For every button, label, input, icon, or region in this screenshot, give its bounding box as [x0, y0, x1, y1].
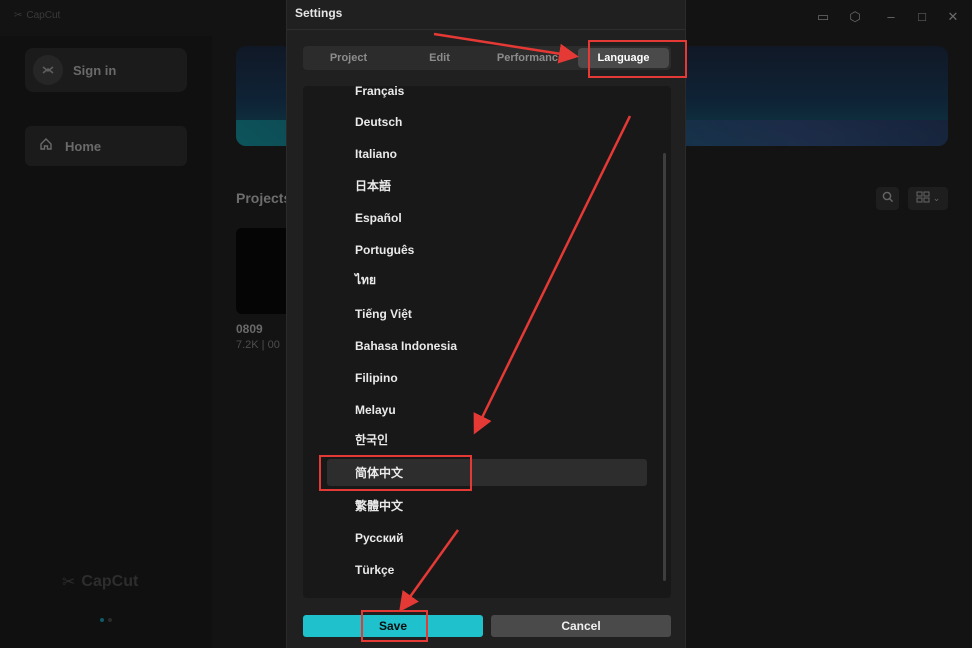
- grid-view-icon: [916, 191, 930, 206]
- language-option-thai[interactable]: ไทย: [327, 267, 647, 294]
- tab-performance[interactable]: Performance: [485, 46, 576, 70]
- language-option-italiano[interactable]: Italiano: [327, 140, 647, 167]
- carousel-dots: [100, 618, 112, 622]
- language-option-filipino[interactable]: Filipino: [327, 364, 647, 391]
- monitor-icon[interactable]: ▭: [815, 9, 831, 25]
- bottom-brand-logo: ✂ CapCut: [62, 573, 139, 591]
- hexagon-settings-icon[interactable]: ⬡: [847, 9, 863, 25]
- sign-in-label: Sign in: [73, 62, 117, 78]
- settings-header: Settings: [287, 0, 685, 30]
- project-meta: 7.2K | 00: [236, 339, 280, 351]
- user-icon: [33, 55, 63, 85]
- settings-dialog: Settings Project Edit Performance Langua…: [286, 0, 686, 648]
- language-option-melayu[interactable]: Melayu: [327, 396, 647, 423]
- projects-title: Projects: [236, 190, 292, 206]
- language-option-espanol[interactable]: Español: [327, 204, 647, 231]
- home-label: Home: [65, 138, 102, 154]
- language-option-korean[interactable]: 한국인: [327, 426, 647, 453]
- screen: ✂ CapCut ▭ ⬡ – □ ✕ Sign in Home ✂ CapCut: [0, 0, 972, 648]
- project-thumbnail[interactable]: [236, 228, 292, 314]
- capcut-logo-icon: ✂: [14, 10, 23, 21]
- carousel-dot[interactable]: [108, 618, 112, 622]
- language-option-vietnamese[interactable]: Tiếng Việt: [327, 300, 647, 327]
- annotation-box-selected-language: [319, 455, 472, 491]
- settings-title: Settings: [295, 6, 343, 20]
- project-name: 0809: [236, 322, 263, 336]
- close-icon[interactable]: ✕: [945, 9, 961, 25]
- search-button[interactable]: [876, 187, 899, 210]
- language-option-bahasa-indonesia[interactable]: Bahasa Indonesia: [327, 332, 647, 359]
- minimize-icon[interactable]: –: [883, 9, 899, 25]
- app-logo: ✂ CapCut: [14, 10, 61, 21]
- home-icon: [39, 137, 53, 156]
- language-option-francais[interactable]: Français: [327, 86, 647, 104]
- language-option-deutsch[interactable]: Deutsch: [327, 108, 647, 135]
- language-option-traditional-chinese[interactable]: 繁體中文: [327, 492, 647, 519]
- language-option-turkish[interactable]: Türkçe: [327, 556, 647, 583]
- language-list-scrollbar[interactable]: [663, 153, 666, 581]
- language-list[interactable]: Français Deutsch Italiano 日本語 Español Po…: [303, 86, 671, 598]
- maximize-icon[interactable]: □: [914, 9, 930, 25]
- language-option-portugues[interactable]: Português: [327, 236, 647, 263]
- carousel-dot[interactable]: [100, 618, 104, 622]
- annotation-box-language-tab: [588, 40, 687, 78]
- language-option-russian[interactable]: Русский: [327, 524, 647, 551]
- tab-edit[interactable]: Edit: [394, 46, 485, 70]
- sign-in-button[interactable]: Sign in: [25, 48, 187, 92]
- sidebar-item-home[interactable]: Home: [25, 126, 187, 166]
- tab-project[interactable]: Project: [303, 46, 394, 70]
- capcut-logo-icon: ✂: [62, 574, 76, 591]
- search-icon: [882, 191, 894, 206]
- annotation-box-save: [361, 610, 428, 642]
- view-toggle-button[interactable]: ⌄: [908, 187, 948, 210]
- chevron-down-icon: ⌄: [932, 193, 941, 203]
- cancel-button[interactable]: Cancel: [491, 615, 671, 637]
- language-option-japanese[interactable]: 日本語: [327, 172, 647, 199]
